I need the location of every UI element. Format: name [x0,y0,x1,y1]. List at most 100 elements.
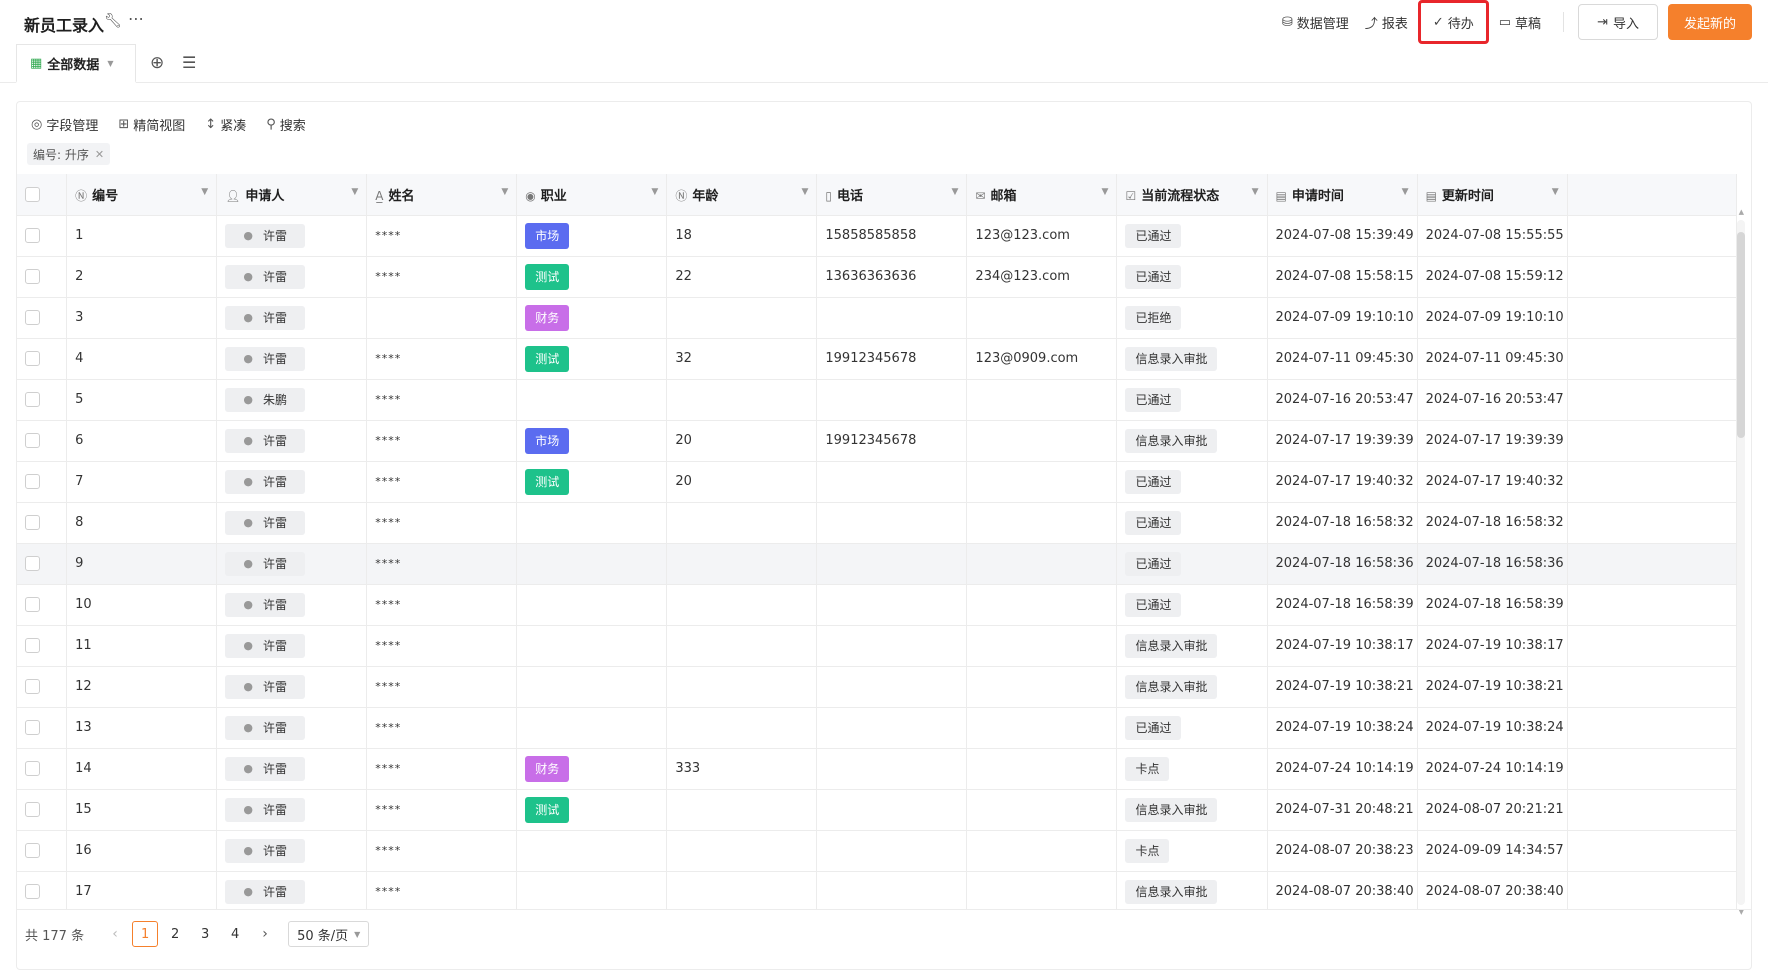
col-phone[interactable]: ▯ 电话 ▼ [816,174,968,216]
col-applied[interactable]: ▤ 申请时间 ▼ [1267,174,1418,216]
compact-button[interactable]: ↕ 紧凑 [205,115,246,134]
sort-tag[interactable]: 编号: 升序 ✕ [27,143,111,165]
tab-all-data[interactable]: ▦ 全部数据 ▼ [16,44,136,83]
col-name[interactable]: A̲ 姓名 ▼ [366,174,518,216]
report-link[interactable]: ⤴ 报表 [1357,6,1416,38]
user-chip[interactable]: ● 许雷 [225,715,306,740]
user-chip[interactable]: ● 许雷 [225,551,306,576]
row-checkbox[interactable] [25,310,40,325]
col-email[interactable]: ✉ 邮箱 ▼ [966,174,1118,216]
prev-page-icon[interactable]: ‹ [102,921,128,947]
row-checkbox[interactable] [25,638,40,653]
row-checkbox[interactable] [25,433,40,448]
row-checkbox[interactable] [25,761,40,776]
table-row[interactable]: 11 ● 许雷 **** 信息录入审批 2024-07-19 10:38:17 2024-0… [17,625,1738,667]
row-checkbox[interactable] [25,556,40,571]
col-id[interactable]: Ⓝ 编号 ▼ [66,174,218,216]
chevron-down-icon[interactable]: ▼ [651,187,658,197]
table-row[interactable]: 13 ● 许雷 **** 已通过 2024-07-19 10:38:24 2024-07-1… [17,707,1738,749]
page-4[interactable]: 4 [222,921,248,947]
table-row[interactable]: 7 ● 许雷 **** 测试 20 已通过 2024-07-17 19:40:32 2024-0… [17,461,1738,503]
table-row[interactable]: 10 ● 许雷 **** 已通过 2024-07-18 16:58:39 2024-07-1… [17,584,1738,626]
row-checkbox[interactable] [25,515,40,530]
next-page-icon[interactable]: › [252,921,278,947]
user-chip[interactable]: ● 朱鹏 [225,387,306,412]
table-row[interactable]: 14 ● 许雷 **** 财务 333 卡点 2024-07-24 10:14:19 2024-… [17,748,1738,790]
col-applicant[interactable]: 👤︎ 申请人 ▼ [216,174,368,216]
table-row[interactable]: 16 ● 许雷 **** 卡点 2024-08-07 20:38:23 2024-09-09… [17,830,1738,872]
chevron-down-icon[interactable]: ▼ [1102,187,1109,197]
new-button[interactable]: 发起新的 [1667,4,1752,40]
row-checkbox[interactable] [25,351,40,366]
chevron-down-icon[interactable]: ▼ [1552,187,1559,197]
chevron-down-icon[interactable]: ▼ [351,187,358,197]
page-2[interactable]: 2 [162,921,188,947]
row-checkbox[interactable] [25,597,40,612]
field-manage-button[interactable]: ◎ 字段管理 [31,115,98,134]
user-chip[interactable]: ● 许雷 [225,674,306,699]
user-chip[interactable]: ● 许雷 [225,633,306,658]
simple-view-button[interactable]: ⊞ 精简视图 [118,115,185,134]
table-row[interactable]: 3 ● 许雷 财务 已拒绝 2024-07-09 19:10:10 2024-07-09 1… [17,297,1738,339]
page-size-select[interactable]: 50 条/页 ▼ [288,921,370,947]
user-chip[interactable]: ● 许雷 [225,592,306,617]
draft-link[interactable]: ▭ 草稿 [1491,6,1549,38]
chevron-down-icon[interactable]: ▼ [501,187,508,197]
user-chip[interactable]: ● 许雷 [225,428,306,453]
chevron-down-icon[interactable]: ▼ [952,187,959,197]
data-manage-link[interactable]: ⛁ 数据管理 [1274,6,1357,38]
user-chip[interactable]: ● 许雷 [225,756,306,781]
scrollbar-thumb[interactable] [1737,232,1745,438]
row-checkbox[interactable] [25,802,40,817]
row-checkbox[interactable] [25,228,40,243]
vertical-scrollbar[interactable] [1737,220,1745,905]
col-age[interactable]: Ⓝ 年龄 ▼ [666,174,818,216]
scroll-up-icon[interactable]: ▲ [1739,208,1744,216]
row-checkbox[interactable] [25,679,40,694]
table-row[interactable]: 2 ● 许雷 **** 测试 22 13636363636 234@123.com 已通过 202… [17,256,1738,298]
table-row[interactable]: 9 ● 许雷 **** 已通过 2024-07-18 16:58:36 2024-07-18… [17,543,1738,585]
row-checkbox[interactable] [25,884,40,899]
select-all-checkbox[interactable] [25,186,40,202]
user-chip[interactable]: ● 许雷 [225,223,306,248]
chevron-down-icon[interactable]: ▼ [201,187,208,197]
list-icon[interactable]: ☰ [182,53,196,72]
row-checkbox[interactable] [25,843,40,858]
col-updated[interactable]: ▤ 更新时间 ▼ [1417,174,1568,216]
row-checkbox[interactable] [25,392,40,407]
user-chip[interactable]: ● 许雷 [225,838,306,863]
col-job[interactable]: ◉ 职业 ▼ [516,174,668,216]
chevron-down-icon[interactable]: ▼ [801,187,808,197]
table-row[interactable]: 8 ● 许雷 **** 已通过 2024-07-18 16:58:32 2024-07-18… [17,502,1738,544]
more-icon[interactable]: ⋯ [128,9,144,28]
user-chip[interactable]: ● 许雷 [225,346,306,371]
user-chip[interactable]: ● 许雷 [225,879,306,904]
page-1[interactable]: 1 [132,921,159,947]
chevron-down-icon[interactable]: ▼ [1402,187,1409,197]
page-3[interactable]: 3 [192,921,218,947]
table-row[interactable]: 6 ● 许雷 **** 市场 20 19912345678 信息录入审批 2024-07-17 … [17,420,1738,462]
user-chip[interactable]: ● 许雷 [225,510,306,535]
table-row[interactable]: 12 ● 许雷 **** 信息录入审批 2024-07-19 10:38:21 2024-0… [17,666,1738,708]
user-chip[interactable]: ● 许雷 [225,797,306,822]
table-row[interactable]: 4 ● 许雷 **** 测试 32 19912345678 123@0909.com 信息录入审… [17,338,1738,380]
wrench-icon[interactable]: 🔧︎ [104,13,122,29]
chevron-down-icon[interactable]: ▼ [1252,187,1259,197]
close-icon[interactable]: ✕ [95,148,104,161]
row-checkbox[interactable] [25,269,40,284]
table-row[interactable]: 15 ● 许雷 **** 测试 信息录入审批 2024-07-31 20:48:21 2024… [17,789,1738,831]
add-view-icon[interactable]: ⊕ [150,53,164,73]
table-row[interactable]: 5 ● 朱鹏 **** 已通过 2024-07-16 20:53:47 2024-07-16… [17,379,1738,421]
row-checkbox[interactable] [25,720,40,735]
table-row[interactable]: 17 ● 许雷 **** 信息录入审批 2024-08-07 20:38:40 2024-0… [17,871,1738,909]
col-status[interactable]: ☑ 当前流程状态 ▼ [1116,174,1268,216]
search-button[interactable]: ⚲ 搜索 [266,115,306,134]
user-chip[interactable]: ● 许雷 [225,264,306,289]
import-button[interactable]: ⇥ 导入 [1578,4,1658,40]
row-checkbox[interactable] [25,474,40,489]
user-chip[interactable]: ● 许雷 [225,305,306,330]
table-row[interactable]: 1 ● 许雷 **** 市场 18 15858585858 123@123.com 已通过 202… [17,215,1738,257]
user-chip[interactable]: ● 许雷 [225,469,306,494]
todo-link[interactable]: ✓ 待办 [1417,0,1489,44]
name-value: **** [375,434,402,447]
